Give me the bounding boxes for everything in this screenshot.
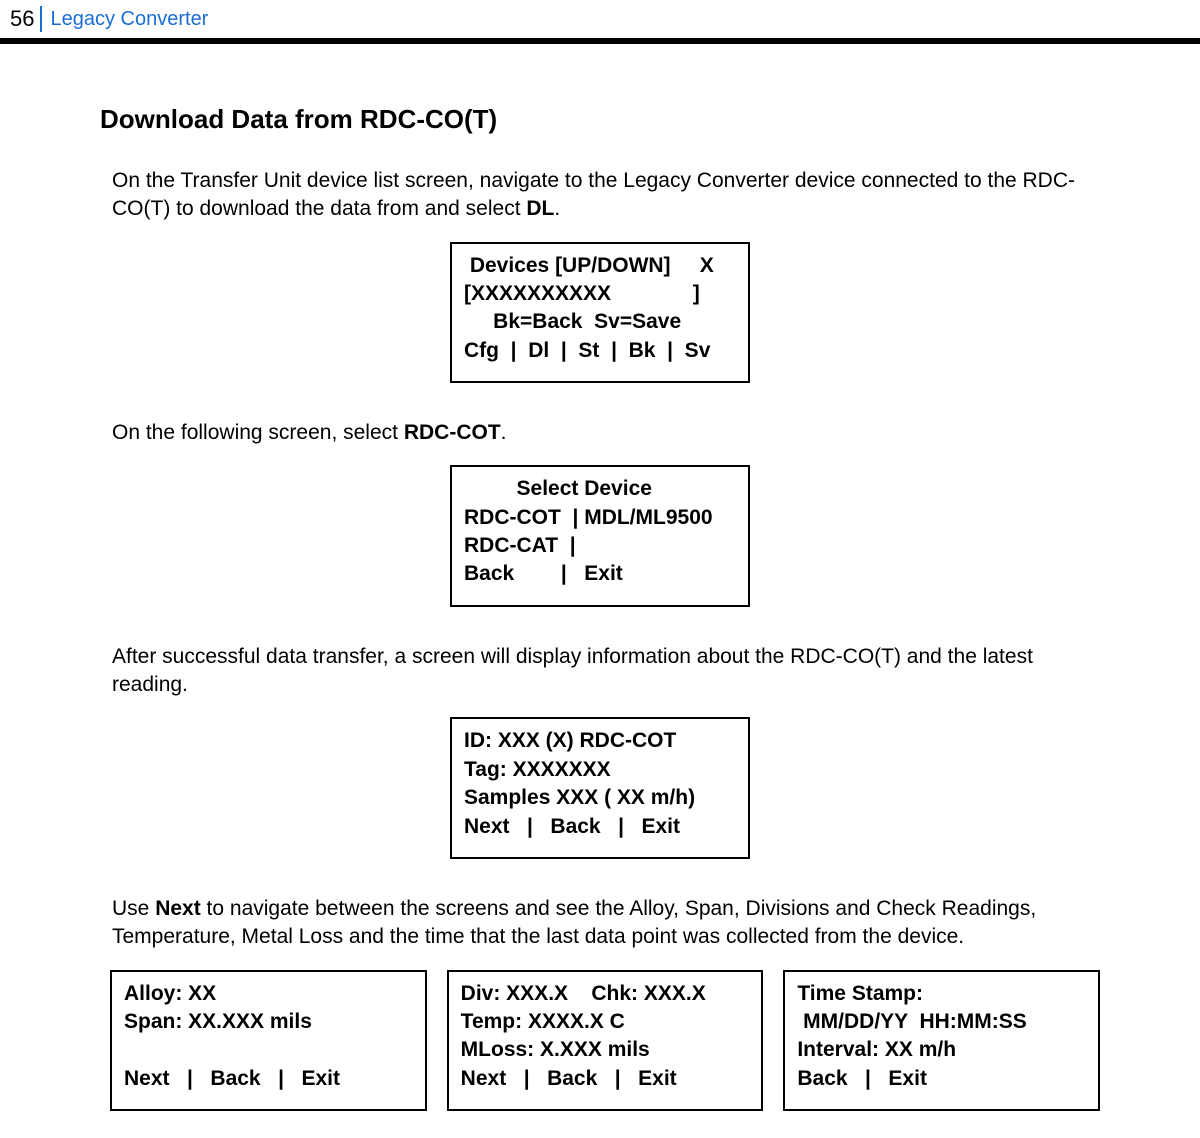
screen-alloy: Alloy: XX Span: XX.XXX mils Next | Back … bbox=[110, 970, 427, 1111]
screen-div-temp: Div: XXX.X Chk: XXX.X Temp: XXXX.X C MLo… bbox=[447, 970, 764, 1111]
page-number: 56 bbox=[10, 6, 34, 32]
paragraph-2-post: . bbox=[501, 421, 507, 444]
screen-3-wrap: ID: XXX (X) RDC-COT Tag: XXXXXXX Samples… bbox=[100, 717, 1100, 858]
screen-devices: Devices [UP/DOWN] X [XXXXXXXXXX ] Bk=Bac… bbox=[450, 242, 750, 383]
screen-2-wrap: Select Device RDC-COT | MDL/ML9500 RDC-C… bbox=[100, 465, 1100, 606]
paragraph-2: On the following screen, select RDC-COT. bbox=[112, 419, 1100, 447]
paragraph-3: After successful data transfer, a screen… bbox=[112, 643, 1100, 700]
paragraph-2-bold: RDC-COT bbox=[404, 421, 501, 444]
paragraph-4-post: to navigate between the screens and see … bbox=[112, 897, 1036, 948]
paragraph-1-post: . bbox=[554, 197, 560, 220]
page-header: 56 Legacy Converter bbox=[0, 0, 1200, 36]
paragraph-1-pre: On the Transfer Unit device list screen,… bbox=[112, 169, 1075, 220]
paragraph-2-pre: On the following screen, select bbox=[112, 421, 404, 444]
section-title: Download Data from RDC-CO(T) bbox=[100, 104, 1100, 135]
screen-1-wrap: Devices [UP/DOWN] X [XXXXXXXXXX ] Bk=Bac… bbox=[100, 242, 1100, 383]
paragraph-1: On the Transfer Unit device list screen,… bbox=[112, 167, 1100, 224]
paragraph-1-bold: DL bbox=[526, 197, 554, 220]
paragraph-4-bold: Next bbox=[155, 897, 201, 920]
screen-timestamp: Time Stamp: MM/DD/YY HH:MM:SS Interval: … bbox=[783, 970, 1100, 1111]
screen-select-device: Select Device RDC-COT | MDL/ML9500 RDC-C… bbox=[450, 465, 750, 606]
header-title: Legacy Converter bbox=[50, 8, 208, 31]
paragraph-4-pre: Use bbox=[112, 897, 155, 920]
screen-info: ID: XXX (X) RDC-COT Tag: XXXXXXX Samples… bbox=[450, 717, 750, 858]
header-divider bbox=[40, 6, 42, 32]
paragraph-4: Use Next to navigate between the screens… bbox=[112, 895, 1100, 952]
screens-row: Alloy: XX Span: XX.XXX mils Next | Back … bbox=[110, 970, 1100, 1111]
page-content: Download Data from RDC-CO(T) On the Tran… bbox=[0, 44, 1200, 1111]
